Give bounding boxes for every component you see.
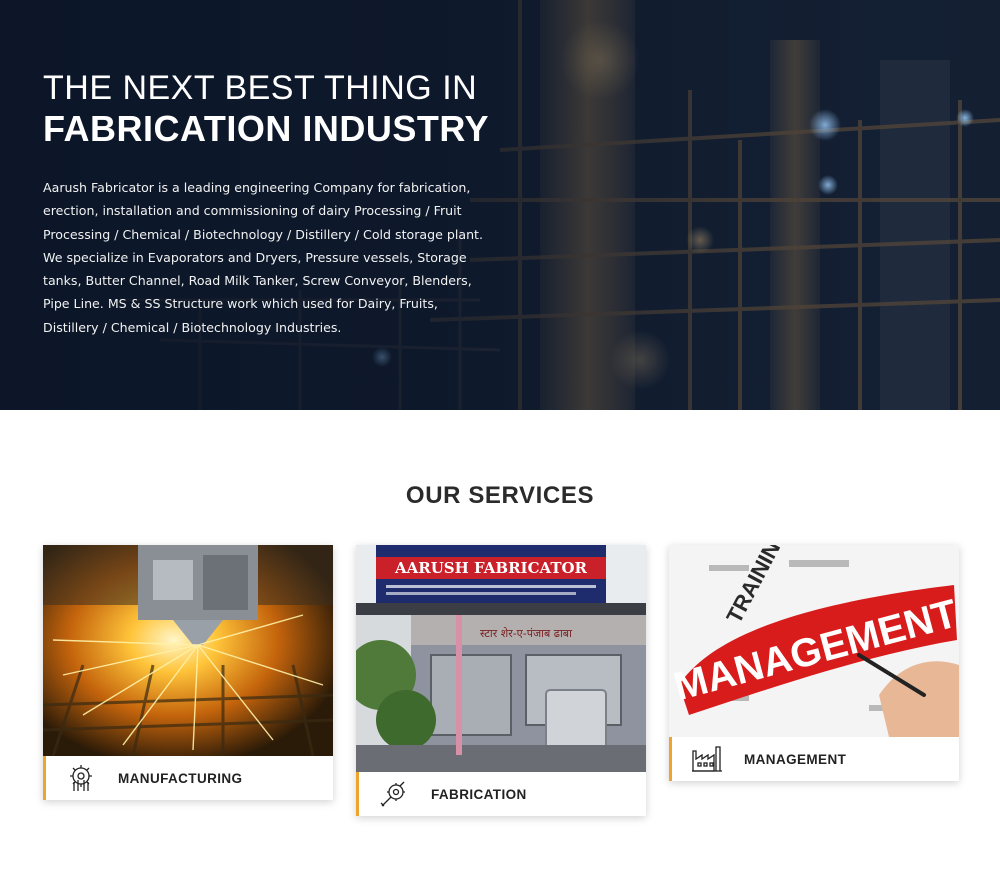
factory-icon: [690, 742, 724, 776]
shop-sign-text: स्टार शेर-ए-पंजाब ढाबा: [480, 627, 572, 640]
wrench-gear-icon: [377, 777, 411, 811]
workshop-image: AARUSH FABRICATOR स्टार शेर-ए-पंजाब ढाबा: [356, 545, 646, 772]
management-concept-image: TRAINING MANAGEMENT: [669, 545, 959, 737]
service-card-manufacturing[interactable]: MANUFACTURING: [43, 545, 333, 800]
laser-cutting-image: [43, 545, 333, 756]
service-card-footer: FABRICATION: [356, 772, 646, 816]
hero-heading-line2: FABRICATION INDUSTRY: [43, 108, 489, 149]
hero-heading-line1: THE NEXT BEST THING IN: [43, 69, 478, 107]
service-label-manufacturing: MANUFACTURING: [118, 770, 243, 786]
service-card-fabrication[interactable]: AARUSH FABRICATOR स्टार शेर-ए-पंजाब ढाबा: [356, 545, 646, 816]
hero-text: THE NEXT BEST THING IN FABRICATION INDUS…: [43, 68, 503, 339]
gear-hand-icon: [64, 761, 98, 795]
service-label-fabrication: FABRICATION: [431, 786, 527, 802]
services-title: OUR SERVICES: [405, 482, 595, 509]
hero-description: Aarush Fabricator is a leading engineeri…: [43, 180, 483, 335]
service-card-footer: MANAGEMENT: [669, 737, 959, 781]
service-card-management[interactable]: TRAINING MANAGEMENT MANAGEMENT: [669, 545, 959, 781]
hero-banner: THE NEXT BEST THING IN FABRICATION INDUS…: [0, 0, 1000, 410]
service-card-footer: MANUFACTURING: [43, 756, 333, 800]
sign-title: AARUSH FABRICATOR: [394, 559, 588, 577]
service-label-management: MANAGEMENT: [744, 751, 847, 767]
